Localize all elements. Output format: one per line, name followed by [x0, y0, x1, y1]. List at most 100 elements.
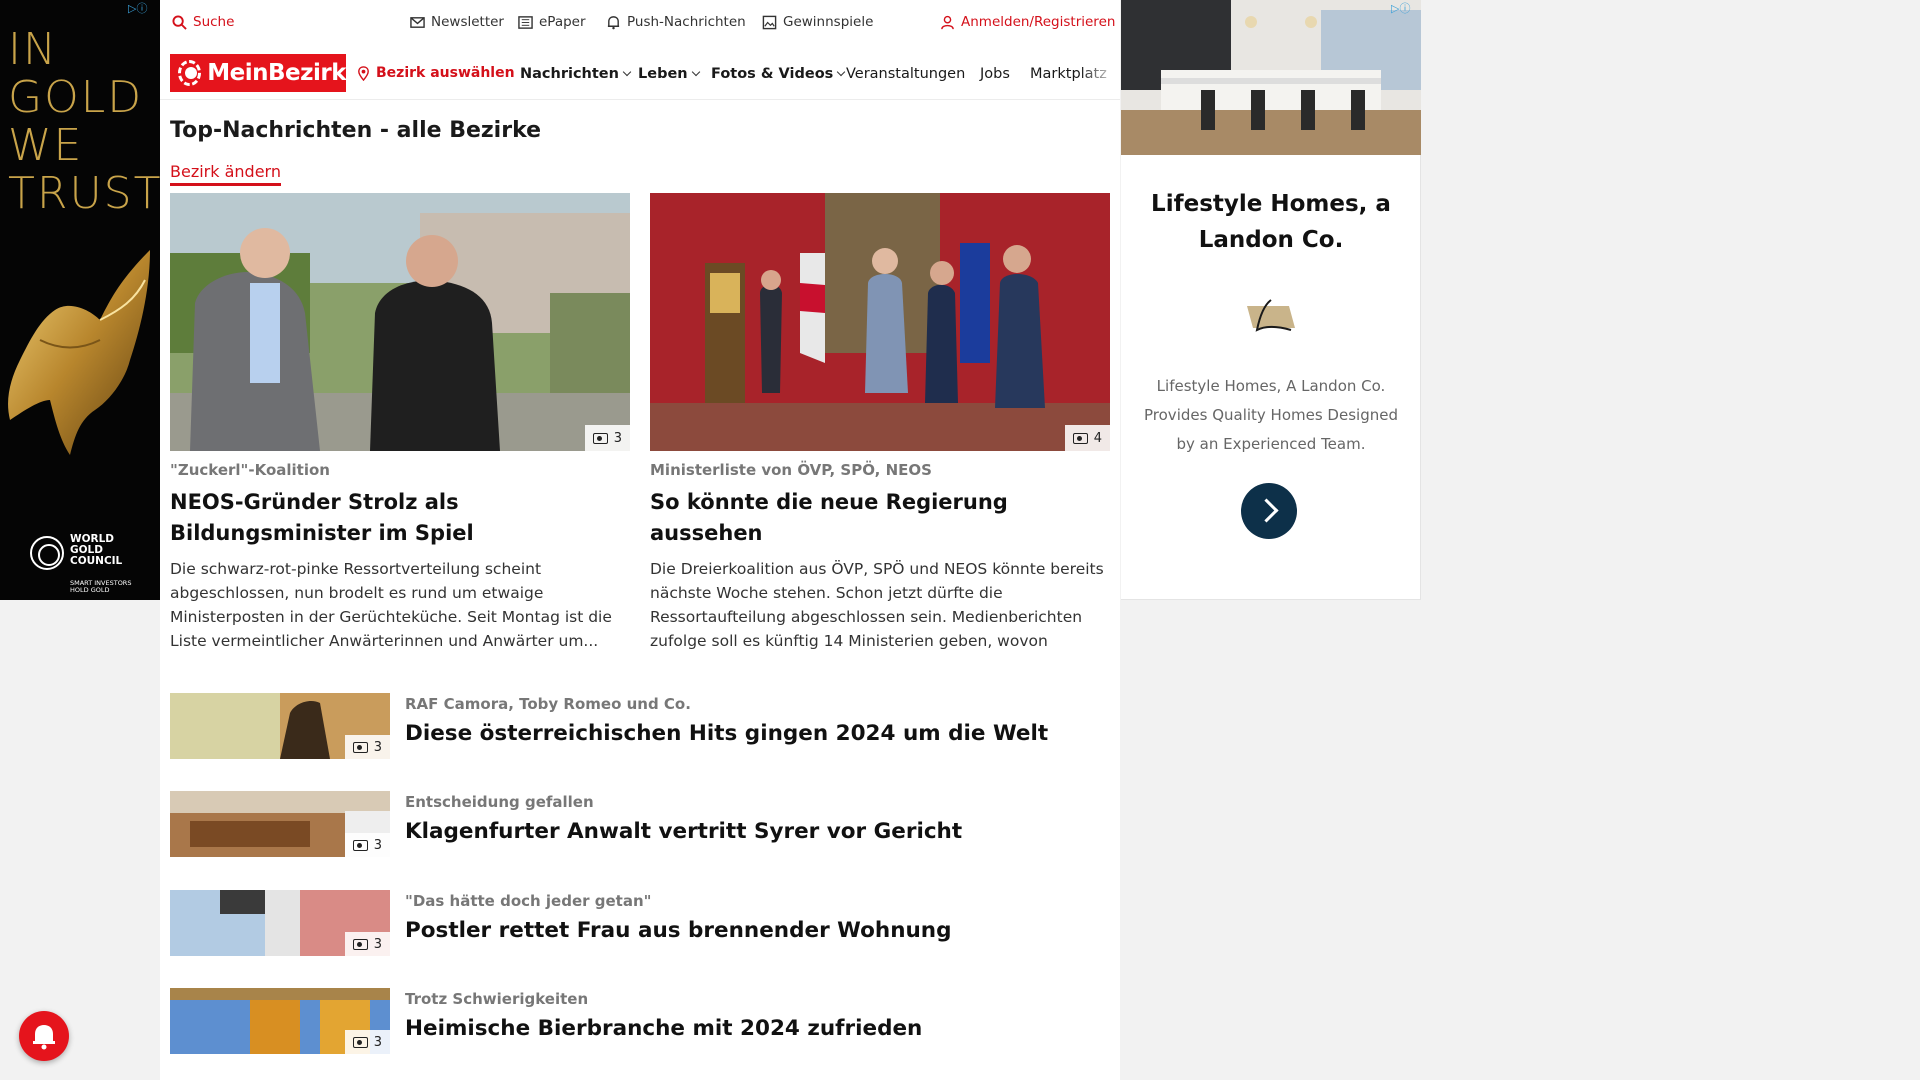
nav-jobs[interactable]: Jobs: [980, 66, 1010, 82]
newsletter-label: Newsletter: [431, 14, 504, 30]
page-title: Top-Nachrichten - alle Bezirke: [170, 118, 542, 143]
ad-headline: IN GOLD WE TRUST: [8, 24, 160, 219]
list-item[interactable]: 3 Entscheidung gefallen Klagenfurter Anw…: [170, 791, 1110, 857]
contests-link[interactable]: Gewinnspiele: [762, 14, 873, 30]
photo-count: 4: [1093, 430, 1102, 446]
nav-label: Leben: [638, 66, 688, 82]
camera-icon: [1072, 432, 1088, 444]
photo-count-badge: 4: [1064, 425, 1110, 451]
camera-icon: [352, 1036, 368, 1048]
photo-count: 3: [613, 430, 622, 446]
search-icon: [172, 14, 187, 30]
bell-icon: [607, 15, 620, 29]
photo-count: 3: [373, 936, 382, 952]
photo-count-badge: 3: [344, 735, 390, 759]
push-notifications-link[interactable]: Push-Nachrichten: [606, 14, 746, 30]
left-gold-ad[interactable]: IN GOLD WE TRUST WORLD GOLD COUNCIL SMAR…: [0, 0, 160, 600]
list-item[interactable]: 3 RAF Camora, Toby Romeo und Co. Diese ö…: [170, 693, 1110, 759]
top-utility-bar: Suche Newsletter ePaper Push-Nachrichten…: [160, 0, 1120, 46]
search-link[interactable]: Suche: [172, 14, 234, 30]
article-thumbnail[interactable]: 3: [170, 693, 390, 759]
chevron-down-icon: [622, 67, 632, 77]
photo-count-badge: 3: [584, 425, 630, 451]
ad-title[interactable]: Lifestyle Homes, a Landon Co.: [1141, 186, 1401, 258]
article-headline[interactable]: Diese österreichischen Hits gingen 2024 …: [405, 721, 1048, 746]
photo-count: 3: [373, 739, 382, 755]
article-photo: [650, 193, 1110, 451]
logo-text: MeinBezirk: [207, 60, 346, 86]
newsletter-link[interactable]: Newsletter: [410, 14, 504, 30]
newspaper-icon: [518, 15, 533, 29]
article-teaser: Die Dreierkoalition aus ÖVP, SPÖ und NEO…: [650, 560, 1104, 650]
location-pin-icon: [358, 65, 369, 81]
push-subscribe-button[interactable]: [19, 1011, 69, 1061]
chevron-down-icon: [691, 67, 700, 77]
main-navigation: MeinBezirk Bezirk auswählen Nachrichten …: [160, 46, 1120, 100]
user-icon: [941, 15, 954, 29]
wgc-circle-icon: [30, 536, 64, 570]
camera-icon: [352, 839, 368, 851]
nav-fade-overlay: [1080, 46, 1120, 99]
nav-nachrichten[interactable]: Nachrichten: [520, 66, 632, 82]
article-thumbnail[interactable]: 3: [170, 890, 390, 956]
right-homes-ad[interactable]: Lifestyle Homes, a Landon Co. Lifestyle …: [1121, 0, 1421, 600]
wgc-brand: WORLD GOLD COUNCIL: [70, 533, 123, 567]
logo-sun-icon: [178, 60, 202, 86]
login-label: Anmelden/Registrieren: [961, 14, 1116, 30]
change-district-link[interactable]: Bezirk ändern: [170, 162, 281, 186]
epaper-link[interactable]: ePaper: [518, 14, 586, 30]
article-headline[interactable]: NEOS-Gründer Strolz als Bildungsminister…: [170, 487, 630, 549]
nav-veranstaltungen[interactable]: Veranstaltungen: [846, 66, 965, 82]
article-image[interactable]: 4: [650, 193, 1110, 451]
adchoices-icon[interactable]: ▷ⓘ: [1391, 0, 1423, 16]
nav-fotos-videos[interactable]: Fotos & Videos: [711, 66, 846, 82]
camera-icon: [352, 741, 368, 753]
golden-eagle-image: [8, 250, 150, 455]
article-headline[interactable]: Klagenfurter Anwalt vertritt Syrer vor G…: [405, 819, 962, 844]
article-kicker: Trotz Schwierigkeiten: [405, 990, 589, 1008]
article-thumbnail[interactable]: 3: [170, 791, 390, 857]
camera-icon: [592, 432, 608, 444]
article-thumbnail[interactable]: 3: [170, 988, 390, 1054]
ad-description: Lifestyle Homes, A Landon Co. Provides Q…: [1144, 377, 1398, 453]
article-kicker: RAF Camora, Toby Romeo und Co.: [405, 695, 691, 713]
article-headline[interactable]: Postler rettet Frau aus brennender Wohnu…: [405, 918, 952, 943]
article-teaser: Die schwarz-rot-pinke Ressortverteilung …: [170, 560, 612, 650]
kitchen-image: [1121, 0, 1421, 155]
nav-leben[interactable]: Leben: [638, 66, 700, 82]
nav-label: Fotos & Videos: [711, 66, 834, 82]
main-column: Suche Newsletter ePaper Push-Nachrichten…: [160, 0, 1120, 1080]
epaper-label: ePaper: [539, 14, 586, 30]
contests-label: Gewinnspiele: [783, 14, 874, 30]
login-link[interactable]: Anmelden/Registrieren: [940, 14, 1115, 30]
adchoices-icon[interactable]: ▷ⓘ: [128, 0, 160, 16]
list-item[interactable]: 3 Trotz Schwierigkeiten Heimische Bierbr…: [170, 988, 1110, 1054]
article-headline[interactable]: Heimische Bierbranche mit 2024 zufrieden: [405, 1016, 922, 1041]
camera-icon: [352, 938, 368, 950]
meinbezirk-logo[interactable]: MeinBezirk: [170, 54, 346, 92]
feature-article[interactable]: 3 "Zuckerl"-Koalition NEOS-Gründer Strol…: [170, 193, 630, 653]
article-kicker: "Das hätte doch jeder getan": [405, 892, 652, 910]
photo-count: 3: [373, 1034, 382, 1050]
article-headline[interactable]: So könnte die neue Regierung aussehen: [650, 487, 1110, 549]
ad-next-button[interactable]: [1241, 483, 1297, 539]
article-photo: [170, 193, 630, 451]
nav-label: Veranstaltungen: [846, 66, 966, 82]
bell-icon: [33, 1025, 55, 1050]
article-image[interactable]: 3: [170, 193, 630, 451]
feature-article[interactable]: 4 Ministerliste von ÖVP, SPÖ, NEOS So kö…: [650, 193, 1110, 653]
push-label: Push-Nachrichten: [627, 14, 746, 30]
select-district-label: Bezirk auswählen: [376, 65, 515, 81]
image-icon: [762, 15, 777, 29]
photo-count-badge: 3: [344, 1030, 390, 1054]
article-kicker: Entscheidung gefallen: [405, 793, 594, 811]
wgc-tagline: SMART INVESTORS HOLD GOLD: [70, 579, 132, 594]
nav-label: Nachrichten: [520, 66, 619, 82]
select-district-button[interactable]: Bezirk auswählen: [356, 65, 515, 81]
list-item[interactable]: 3 "Das hätte doch jeder getan" Postler r…: [170, 890, 1110, 956]
chevron-down-icon: [837, 67, 846, 77]
photo-count-badge: 3: [344, 833, 390, 857]
search-label: Suche: [193, 14, 235, 30]
nav-label: Jobs: [980, 66, 1010, 82]
photo-count: 3: [373, 837, 382, 853]
